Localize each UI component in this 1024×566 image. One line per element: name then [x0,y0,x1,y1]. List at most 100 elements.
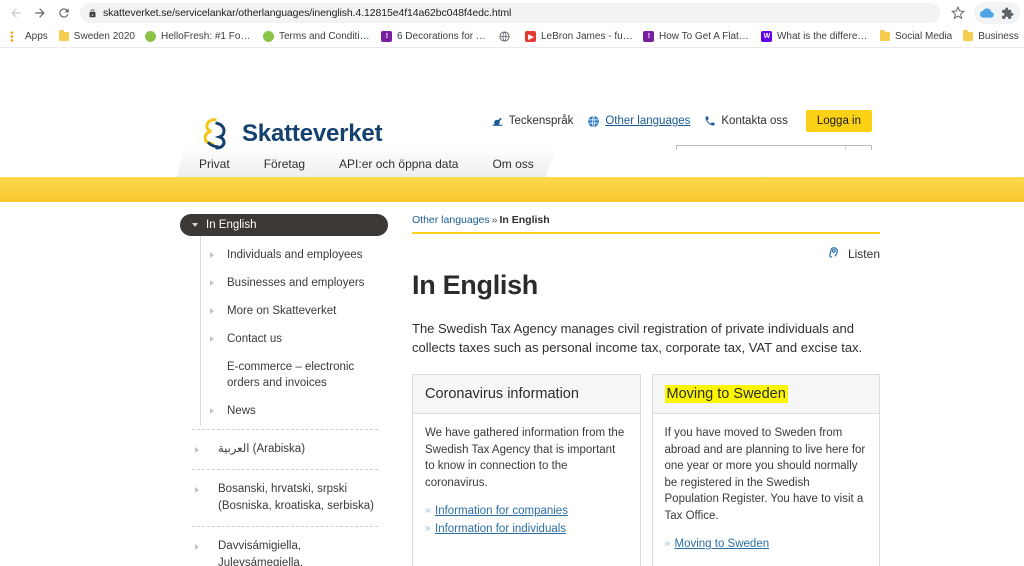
utility-navigation: Teckenspråk Other languages Kontakta oss… [491,110,872,132]
bookmark-label: What is the differen... [776,31,869,42]
caret-down-icon [192,223,198,227]
globe-icon [587,115,600,128]
card-link-label: Information for companies [435,505,568,517]
chevron-right-icon [210,408,214,414]
sidebar-item-bosniska-kroatiska-serbiska[interactable]: Bosanski, hrvatski, srpski (Bosniska, kr… [192,469,378,526]
bookmark-item-terms-and-conditions[interactable]: Terms and Conditio... [258,28,376,46]
utility-item-teckensprak[interactable]: Teckenspråk [491,115,574,128]
forward-arrow-icon[interactable] [28,1,52,25]
chevron-right-icon [195,487,199,493]
bookmark-item-globe[interactable] [494,28,520,46]
card-coronavirus-information: Coronavirus information We have gathered… [412,374,641,566]
toolbar-right-actions [946,1,1020,25]
sidebar-item-news[interactable]: News [201,397,378,425]
bookmark-label: Terms and Conditio... [278,31,371,42]
browser-profile-group [974,2,1020,24]
browser-chrome: skatteverket.se/servicelankar/otherlangu… [0,0,1024,48]
sidebar-item-in-english[interactable]: In English [180,214,388,236]
sidebar-item-samiska[interactable]: Davvisámigiella, Julevsámegiella, Åarjel… [192,526,378,566]
cloud-sync-icon[interactable] [977,3,997,23]
card-title: Moving to Sweden [664,385,788,403]
bookmark-item-apps[interactable]: Apps [4,28,53,46]
breadcrumb-current: In English [499,214,550,226]
listen-label: Listen [847,247,880,261]
main-navigation: Privat Företag API:er och öppna data Om … [0,150,1024,177]
card-body: We have gathered information from the Sw… [413,414,640,552]
bookmark-label: Sweden 2020 [73,31,135,42]
sidebar-current-label: In English [206,219,257,231]
card-grid: Coronavirus information We have gathered… [412,374,880,566]
bookmark-label: Business [978,31,1019,42]
breadcrumb-parent-link[interactable]: Other languages [412,214,490,226]
chevron-right-icon: » [425,505,431,516]
card-moving-to-sweden: Moving to Sweden If you have moved to Sw… [651,374,880,566]
tab-apier-och-oppna-data[interactable]: API:er och öppna data [317,150,480,177]
card-body: If you have moved to Sweden from abroad … [653,414,880,566]
folder-icon [879,30,891,43]
lock-icon [88,8,97,19]
site-logo-text: Skatteverket [242,120,383,147]
bookmark-item-what-is-the-difference[interactable]: W What is the differen... [756,28,874,46]
address-bar[interactable]: skatteverket.se/servicelankar/otherlangu… [80,3,940,23]
utility-item-other-languages[interactable]: Other languages [587,115,690,128]
bookmark-item-sweden-2020[interactable]: Sweden 2020 [53,28,140,46]
folder-icon [58,30,70,43]
bookmark-item-hellofresh[interactable]: HelloFresh: #1 Foo... [140,28,258,46]
sidebar-item-businesses-and-employers[interactable]: Businesses and employers [201,269,378,297]
login-button[interactable]: Logga in [805,110,872,132]
utility-item-label: Teckenspråk [508,115,574,127]
reload-icon[interactable] [52,1,76,25]
main-column: Other languages» In English Listen In Eng… [412,214,880,566]
back-arrow-icon[interactable] [4,1,28,25]
bookmark-label: 6 Decorations for Y... [396,31,489,42]
sidebar-sub-list: Individuals and employees Businesses and… [200,236,378,425]
site-logo[interactable]: Skatteverket [197,116,383,152]
favicon-square-icon: ! [643,31,655,43]
card-link-moving-to-sweden[interactable]: » Moving to Sweden [665,535,868,553]
sidebar-item-arabiska[interactable]: العربية (Arabiska) [192,429,378,469]
favicon-square-icon: ! [381,31,393,43]
breadcrumb-separator: » [491,214,498,226]
sidebar-item-contact-us[interactable]: Contact us [201,325,378,353]
bookmark-item-6-decorations[interactable]: ! 6 Decorations for Y... [376,28,494,46]
utility-item-label: Other languages [605,115,691,127]
bookmark-item-social-media[interactable]: Social Media [874,28,957,46]
card-link-information-for-companies[interactable]: » Information for companies [425,502,628,520]
chevron-right-icon [210,308,214,314]
card-link-information-for-individuals[interactable]: » Information for individuals [425,520,628,538]
bookmark-item-business[interactable]: Business [957,28,1024,46]
page-title: In English [412,270,539,300]
favicon-square-icon: W [761,31,773,43]
sidebar-item-individuals-and-employees[interactable]: Individuals and employees [201,241,378,269]
sidebar: In English Individuals and employees Bus… [180,214,394,566]
star-icon[interactable] [946,1,970,25]
bookmark-item-lebron-james[interactable]: ▶ LeBron James - fun... [520,28,638,46]
listen-control[interactable]: Listen [412,244,880,264]
tab-om-oss[interactable]: Om oss [470,150,555,177]
sign-language-icon [491,115,504,128]
card-title: Coronavirus information [425,386,579,402]
favicon-circle-icon [263,31,275,43]
bookmark-item-how-to-get-a-flat-b[interactable]: ! How To Get A Flat B... [638,28,756,46]
sidebar-item-label: News [227,405,256,417]
sidebar-item-more-on-skatteverket[interactable]: More on Skatteverket [201,297,378,325]
favicon-square-icon: ▶ [525,31,537,43]
tab-foretag[interactable]: Företag [242,150,327,177]
tab-privat[interactable]: Privat [177,150,252,177]
browser-toolbar: skatteverket.se/servicelankar/otherlangu… [0,0,1024,26]
bookmark-label: Apps [25,31,48,42]
sidebar-item-e-commerce[interactable]: E-commerce – electronic orders and invoi… [201,353,378,397]
apps-icon [9,31,21,43]
brand-yellow-bar [0,177,1024,202]
extensions-puzzle-icon[interactable] [997,3,1017,23]
chevron-right-icon [195,544,199,550]
sidebar-item-label: Contact us [227,333,282,345]
utility-item-kontakta-oss[interactable]: Kontakta oss [704,115,788,127]
card-text: We have gathered information from the Sw… [425,427,625,489]
chevron-right-icon [210,280,214,286]
card-text: If you have moved to Sweden from abroad … [664,427,866,522]
page-content: Skatteverket Teckenspråk Other languages [0,48,1024,566]
sidebar-item-label: Bosanski, hrvatski, srpski (Bosniska, kr… [218,483,374,512]
card-links: » Moving to Sweden [665,535,868,553]
bookmark-label: LeBron James - fun... [540,31,633,42]
